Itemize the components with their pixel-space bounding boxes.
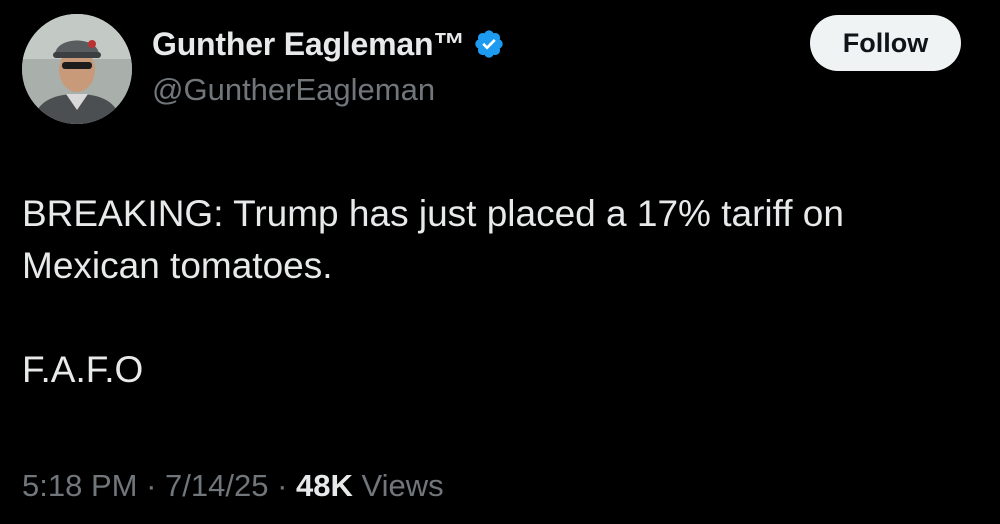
tweet-date[interactable]: 7/14/25 bbox=[165, 468, 268, 503]
views-label: Views bbox=[361, 468, 444, 503]
tweet-line: F.A.F.O bbox=[22, 349, 144, 390]
meta-separator: · bbox=[277, 468, 288, 503]
tweet-text: BREAKING: Trump has just placed a 17% ta… bbox=[22, 188, 972, 396]
avatar[interactable] bbox=[22, 14, 132, 124]
author-name-row: Gunther Eagleman™ bbox=[152, 22, 505, 66]
meta-separator: · bbox=[146, 468, 157, 503]
author-display-name[interactable]: Gunther Eagleman™ bbox=[152, 26, 465, 63]
avatar-photo bbox=[22, 14, 132, 124]
tweet-meta: 5:18 PM · 7/14/25 · 48K Views bbox=[22, 468, 444, 504]
tweet-line: Mexican tomatoes. bbox=[22, 245, 333, 286]
tweet-time[interactable]: 5:18 PM bbox=[22, 468, 137, 503]
verified-badge-icon bbox=[473, 28, 505, 60]
author-handle[interactable]: @GuntherEagleman bbox=[152, 72, 435, 108]
follow-button[interactable]: Follow bbox=[810, 15, 961, 71]
views-count: 48K bbox=[296, 468, 353, 503]
tweet-line: BREAKING: Trump has just placed a 17% ta… bbox=[22, 193, 844, 234]
